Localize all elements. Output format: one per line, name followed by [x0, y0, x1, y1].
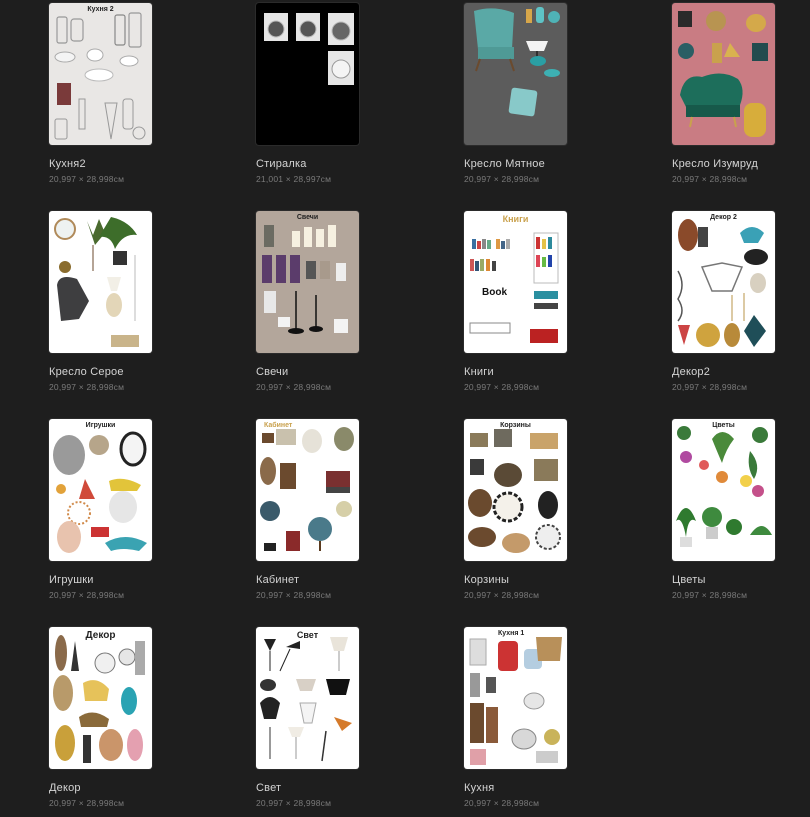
document-thumbnail[interactable]: Свет [256, 627, 359, 769]
document-name[interactable]: Кухня [464, 782, 494, 794]
document-card[interactable]: Декор 2 Декор2 20,997 × 28,998см [672, 211, 810, 401]
document-name[interactable]: Стиралка [256, 158, 307, 170]
document-thumbnail[interactable]: Кабинет [256, 419, 359, 561]
thumbnail-artwork: Book [469, 232, 559, 343]
thumbnail-artwork [262, 225, 348, 334]
document-size: 20,997 × 28,998см [49, 174, 125, 184]
thumbnail-title: Корзины [500, 422, 531, 429]
document-card[interactable]: Book Книги Книги 20,997 × 28,998см [464, 211, 614, 401]
document-thumbnail[interactable]: Корзины [464, 419, 567, 561]
document-name[interactable]: Кресло Мятное [464, 158, 545, 170]
thumbnail-title: Кухня 2 [87, 6, 114, 13]
document-size: 20,997 × 28,998см [49, 590, 125, 600]
document-card[interactable]: Стиралка 21,001 × 28,997см [256, 3, 406, 193]
document-size: 20,997 × 28,998см [49, 798, 125, 808]
thumbnail-title: Книги [502, 214, 529, 224]
document-grid: Кухня 2 Кухня2 20,997 × 28,998см Стиралк… [0, 0, 810, 809]
document-name[interactable]: Корзины [464, 574, 509, 586]
thumbnail-title: Декор [85, 630, 116, 641]
thumbnail-artwork [676, 426, 772, 547]
document-name[interactable]: Книги [464, 366, 494, 378]
thumbnail-artwork [474, 7, 560, 117]
thumbnail-title: Игрушки [85, 422, 116, 429]
document-size: 20,997 × 28,998см [256, 798, 332, 808]
thumbnail-title: Декор 2 [710, 214, 737, 221]
document-thumbnail[interactable]: Игрушки [49, 419, 152, 561]
svg-text:Book: Book [482, 287, 507, 298]
document-name[interactable]: Свечи [256, 366, 288, 378]
document-name[interactable]: Игрушки [49, 574, 94, 586]
document-thumbnail[interactable]: Кухня 1 [464, 627, 567, 769]
document-thumbnail[interactable]: Декор [49, 627, 152, 769]
thumbnail-artwork [469, 637, 562, 765]
document-thumbnail[interactable]: Цветы [672, 419, 775, 561]
thumbnail-artwork [260, 637, 352, 762]
thumbnail-title: Свечи [296, 214, 319, 221]
document-thumbnail[interactable]: Кухня 2 [49, 3, 152, 145]
thumbnail-artwork [53, 635, 145, 763]
document-size: 20,997 × 28,998см [672, 382, 748, 392]
document-size: 20,997 × 28,998см [49, 382, 125, 392]
thumbnail-artwork [54, 12, 146, 140]
document-name[interactable]: Кресло Серое [49, 366, 124, 378]
document-thumbnail[interactable] [256, 3, 359, 145]
document-card[interactable]: Декор Декор 20,997 × 28,998см [49, 627, 199, 817]
document-card[interactable]: Цветы Цветы 20,997 × 28,998см [672, 419, 810, 609]
thumbnail-title: Кухня 1 [498, 630, 525, 637]
document-size: 20,997 × 28,998см [672, 174, 748, 184]
document-size: 20,997 × 28,998см [464, 590, 540, 600]
thumbnail-artwork [260, 427, 354, 551]
document-name[interactable]: Декор2 [672, 366, 710, 378]
document-card[interactable]: Кресло Изумруд 20,997 × 28,998см [672, 3, 810, 193]
thumbnail-artwork [54, 217, 139, 347]
thumbnail-title: Свет [296, 630, 319, 640]
document-card[interactable]: Кухня 2 Кухня2 20,997 × 28,998см [49, 3, 199, 193]
document-name[interactable]: Кабинет [256, 574, 299, 586]
document-name[interactable]: Кресло Изумруд [672, 158, 758, 170]
thumbnail-artwork [468, 429, 561, 553]
document-thumbnail[interactable]: Book Книги [464, 211, 567, 353]
thumbnail-artwork [678, 11, 768, 137]
document-thumbnail[interactable]: Декор 2 [672, 211, 775, 353]
document-size: 20,997 × 28,998см [464, 174, 540, 184]
document-size: 21,001 × 28,997см [256, 174, 332, 184]
document-thumbnail[interactable] [672, 3, 775, 145]
document-name[interactable]: Свет [256, 782, 281, 794]
document-size: 20,997 × 28,998см [256, 590, 332, 600]
document-size: 20,997 × 28,998см [256, 382, 332, 392]
document-card[interactable]: Корзины Корзины 20,997 × 28,998см [464, 419, 614, 609]
document-name[interactable]: Декор [49, 782, 81, 794]
document-card[interactable]: Свечи Свечи 20,997 × 28,998см [256, 211, 406, 401]
document-card[interactable]: Кресло Серое 20,997 × 28,998см [49, 211, 199, 401]
document-name[interactable]: Цветы [672, 574, 706, 586]
document-size: 20,997 × 28,998см [464, 798, 540, 808]
thumbnail-title: Цветы [712, 422, 735, 429]
document-card[interactable]: Кабинет Кабинет 20,997 × 28,998см [256, 419, 406, 609]
document-card[interactable]: Игрушки Игрушки 20,997 × 28,998см [49, 419, 199, 609]
document-thumbnail[interactable] [49, 211, 152, 353]
thumbnail-artwork [53, 431, 147, 553]
document-card[interactable]: Кухня 1 Кухня 20,997 × 28,998см [464, 627, 614, 817]
document-name[interactable]: Кухня2 [49, 158, 86, 170]
thumbnail-artwork [264, 13, 354, 85]
document-thumbnail[interactable] [464, 3, 567, 145]
document-card[interactable]: Свет Свет 20,997 × 28,998см [256, 627, 406, 817]
thumbnail-title: Кабинет [264, 422, 293, 429]
document-size: 20,997 × 28,998см [464, 382, 540, 392]
thumbnail-artwork [677, 219, 768, 347]
document-thumbnail[interactable]: Свечи [256, 211, 359, 353]
document-size: 20,997 × 28,998см [672, 590, 748, 600]
document-card[interactable]: Кресло Мятное 20,997 × 28,998см [464, 3, 614, 193]
